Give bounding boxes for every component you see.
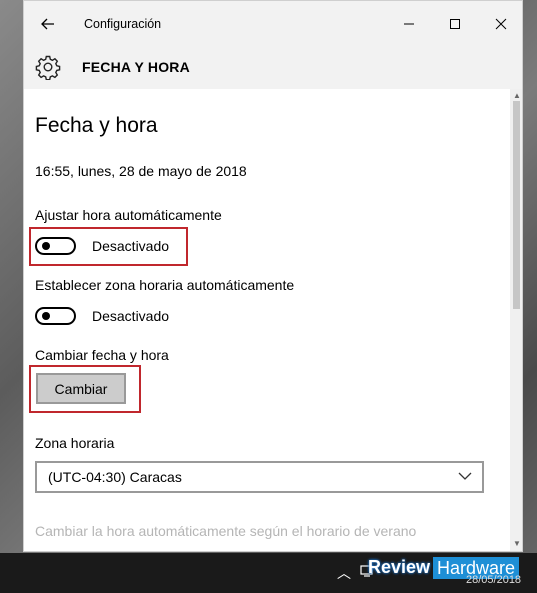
auto-timezone-toggle[interactable]	[35, 307, 76, 325]
settings-content: Fecha y hora 16:55, lunes, 28 de mayo de…	[24, 89, 510, 551]
maximize-icon	[450, 19, 460, 29]
change-datetime-button[interactable]: Cambiar	[36, 373, 126, 404]
back-arrow-icon	[41, 18, 54, 30]
minimize-button[interactable]	[394, 9, 424, 39]
chevron-down-icon	[458, 472, 472, 480]
toggle-knob	[42, 242, 50, 250]
current-datetime: 16:55, lunes, 28 de mayo de 2018	[35, 163, 247, 179]
chevron-down-icon[interactable]: ▼	[513, 539, 521, 548]
auto-time-toggle-row[interactable]: Desactivado	[35, 235, 169, 257]
timezone-select[interactable]: (UTC-04:30) Caracas	[35, 461, 484, 493]
window-title: Configuración	[84, 17, 162, 31]
title-bar: Configuración	[24, 1, 522, 47]
tray-expand-icon[interactable]: ︿	[337, 563, 351, 583]
chevron-up-icon[interactable]: ▲	[513, 91, 521, 100]
close-icon	[495, 18, 507, 30]
taskbar: ︿ Review Hardware 28/05/2018	[0, 553, 537, 593]
tray-date[interactable]: 28/05/2018	[466, 574, 521, 586]
close-button[interactable]	[486, 9, 516, 39]
dst-label: Cambiar la hora automáticamente según el…	[35, 523, 417, 539]
maximize-button[interactable]	[440, 9, 470, 39]
minimize-icon	[404, 23, 414, 25]
gear-icon	[35, 55, 61, 80]
auto-timezone-label: Establecer zona horaria automáticamente	[35, 277, 295, 293]
section-title: FECHA Y HORA	[82, 59, 190, 75]
watermark-review: Review	[368, 557, 431, 577]
auto-time-state: Desactivado	[92, 238, 170, 254]
vertical-scrollbar[interactable]: ▲ ▼	[510, 89, 522, 551]
change-datetime-label: Cambiar fecha y hora	[35, 347, 169, 363]
timezone-selected-value: (UTC-04:30) Caracas	[48, 469, 182, 485]
scrollbar-thumb[interactable]	[513, 101, 520, 309]
auto-timezone-state: Desactivado	[92, 308, 170, 324]
auto-time-toggle[interactable]	[35, 237, 76, 255]
auto-time-label: Ajustar hora automáticamente	[35, 207, 222, 223]
settings-window: Configuración FECHA Y HORA Fecha y hora …	[23, 0, 523, 552]
auto-timezone-toggle-row[interactable]: Desactivado	[35, 305, 169, 327]
page-title: Fecha y hora	[35, 114, 158, 137]
section-header: FECHA Y HORA	[24, 47, 522, 89]
toggle-knob	[42, 312, 50, 320]
back-button[interactable]	[36, 12, 60, 36]
timezone-label: Zona horaria	[35, 435, 115, 451]
